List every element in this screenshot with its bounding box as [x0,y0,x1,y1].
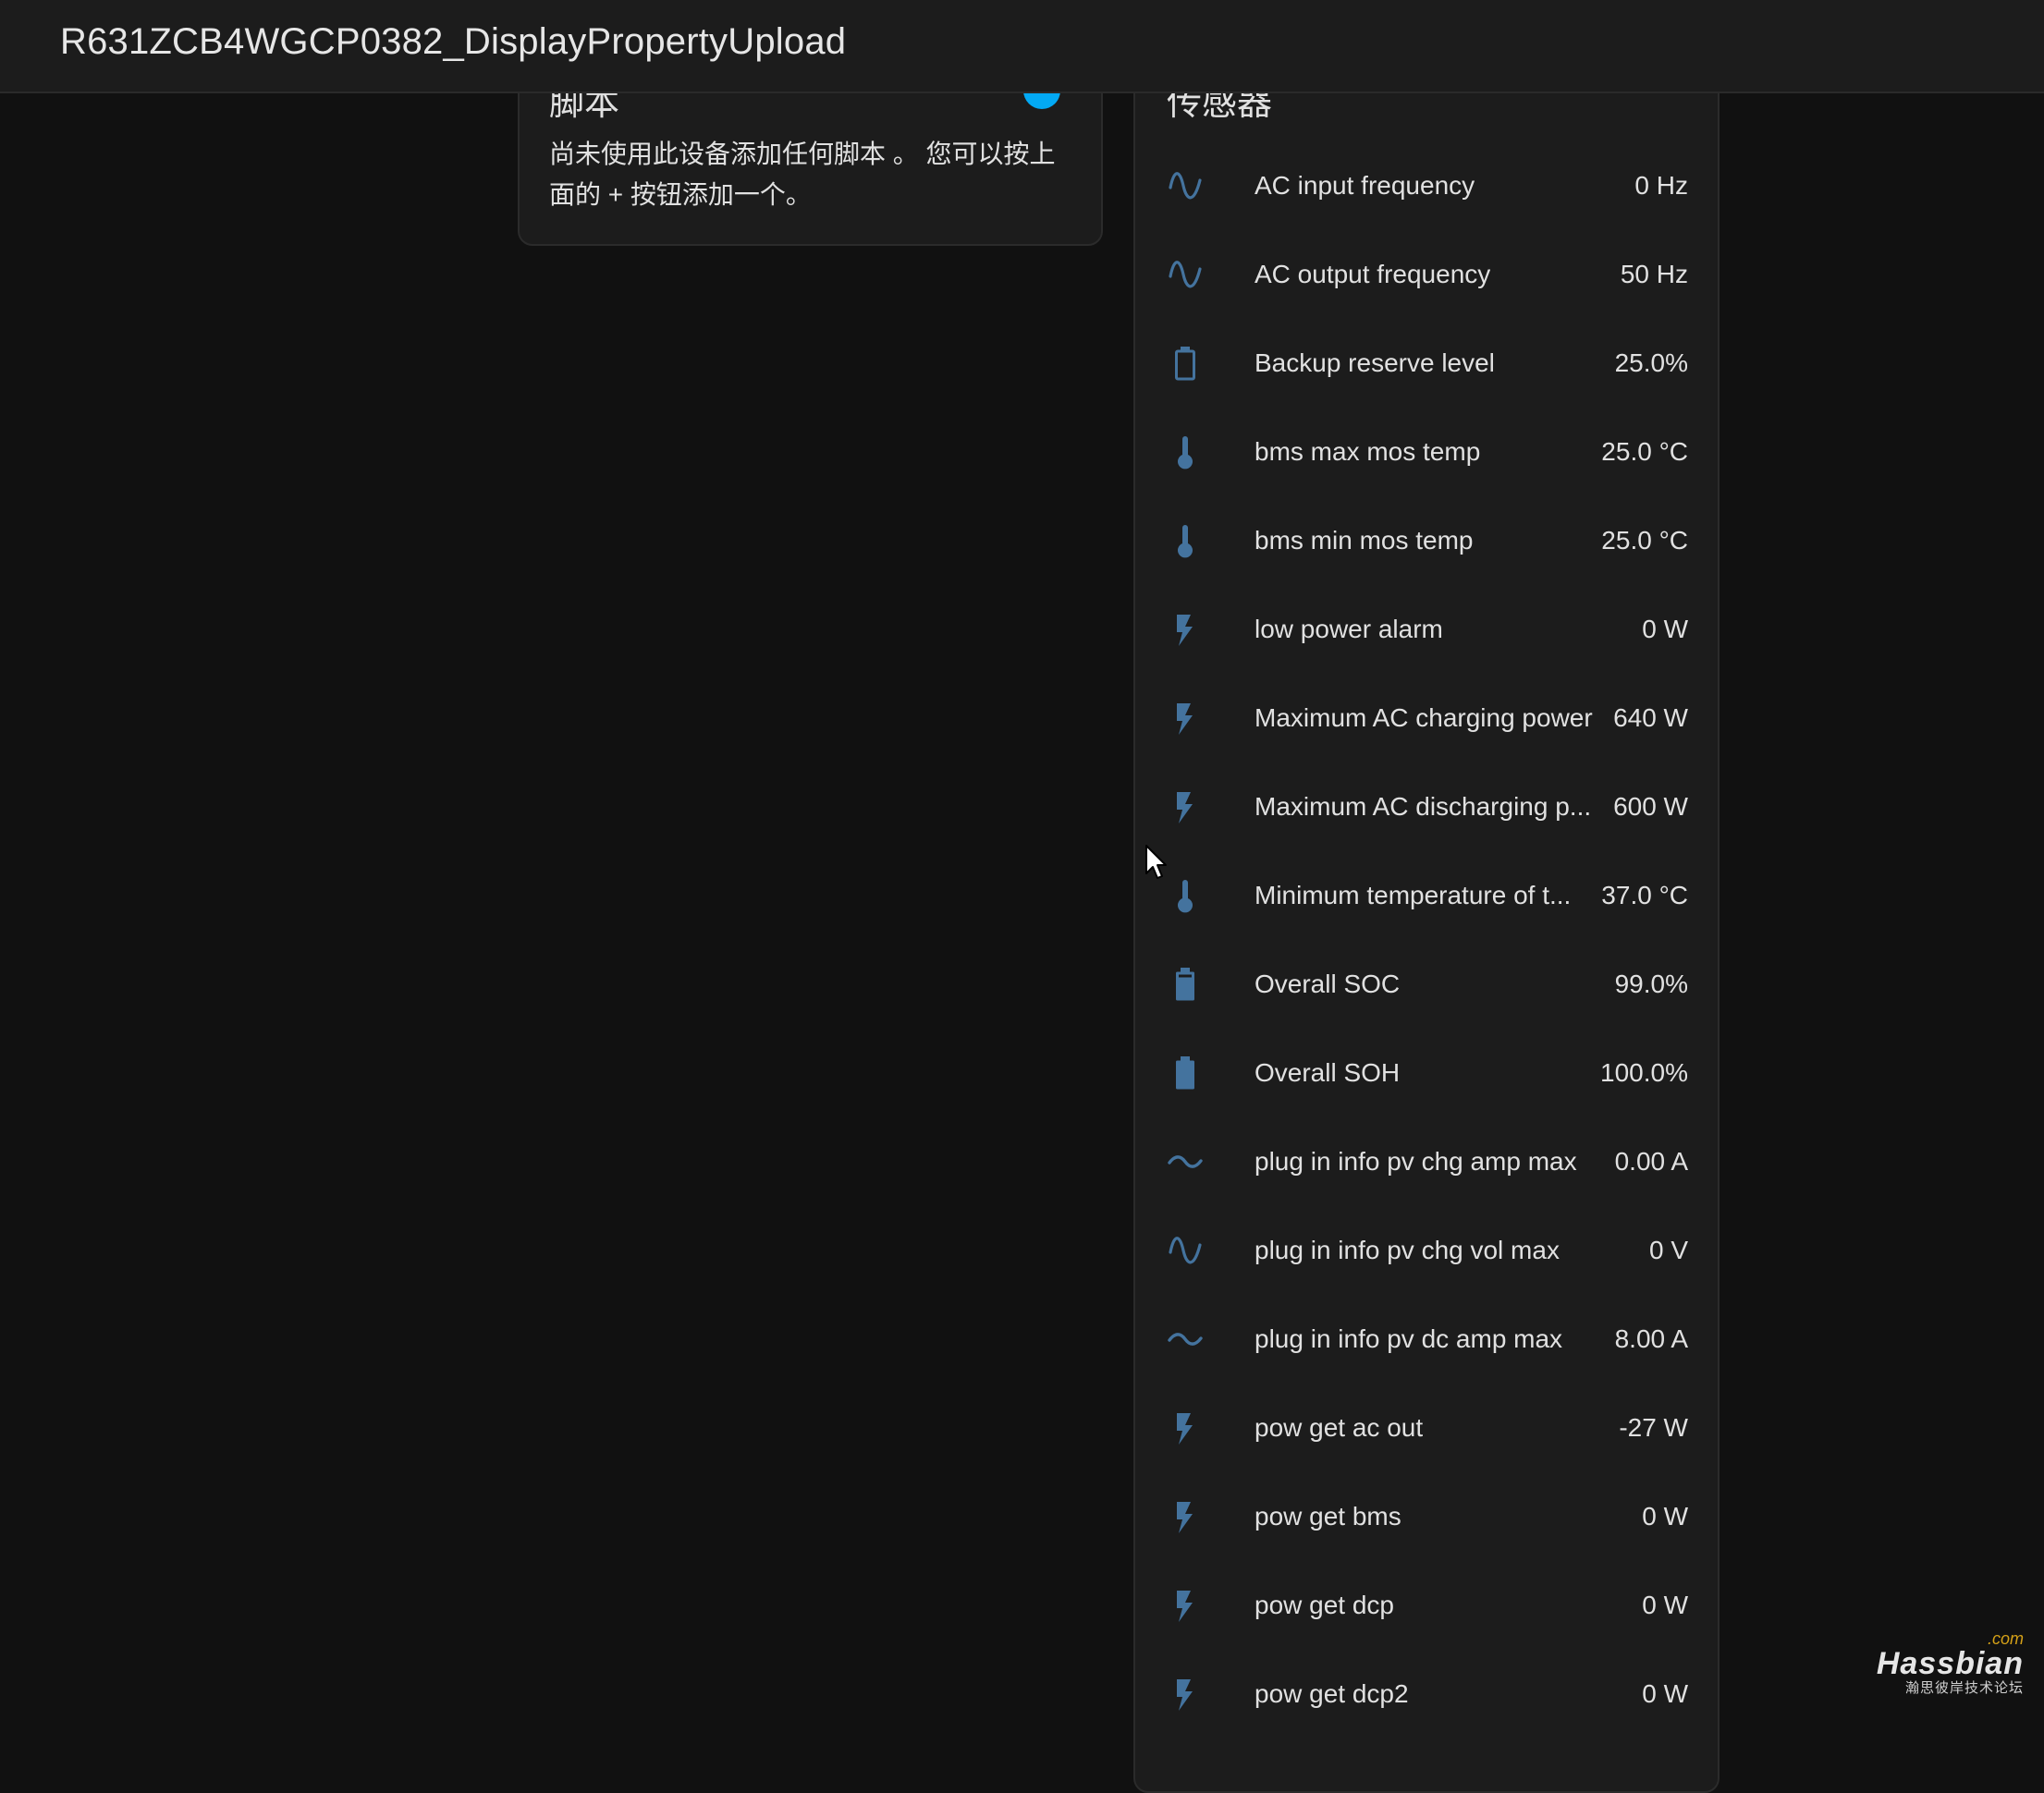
sensor-value: 0 V [1648,1236,1688,1264]
mouse-cursor-icon [1145,845,1167,879]
flash-icon [1167,700,1204,737]
battery-outline-icon [1167,345,1204,382]
sensor-value: 37.0 °C [1601,881,1688,909]
sensor-row[interactable]: AC output frequency 50 Hz [1135,230,1718,319]
sine-wave-icon [1167,1232,1204,1269]
sensor-value: 0 W [1642,1679,1688,1708]
sensor-value: 8.00 A [1614,1324,1688,1353]
sensor-name: pow get dcp2 [1255,1679,1409,1708]
sensor-name: bms min mos temp [1255,526,1474,555]
flash-icon [1167,788,1204,825]
watermark-logo: .com Hassbian 瀚思彼岸技术论坛 [1877,1630,2024,1697]
sensors-card: 传感器 AC input frequency 0 Hz AC output freq… [1133,37,1720,1793]
sensor-row[interactable]: pow get ac out -27 W [1135,1384,1718,1472]
flash-icon [1167,611,1204,648]
sensor-name: bms max mos temp [1255,437,1481,466]
watermark-subtitle: 瀚思彼岸技术论坛 [1904,1680,2024,1696]
current-ac-icon [1167,1143,1204,1180]
sensor-name: pow get dcp [1255,1591,1394,1619]
sensor-row[interactable]: Maximum AC discharging p... 600 W [1135,762,1718,851]
sensor-list: AC input frequency 0 Hz AC output frequenc… [1135,141,1718,1738]
sensor-value: 0 W [1642,1591,1688,1619]
sensor-row[interactable]: pow get bms 0 W [1135,1472,1718,1561]
sensor-name: AC output frequency [1255,260,1491,288]
thermometer-icon [1167,522,1204,559]
sensor-row[interactable]: bms min mos temp 25.0 °C [1135,496,1718,585]
sensor-value: 0 W [1642,1502,1688,1531]
sensor-name: low power alarm [1255,615,1443,643]
battery-high-icon [1167,966,1204,1003]
sensor-row[interactable]: Overall SOH 100.0% [1135,1029,1718,1117]
sensor-name: pow get ac out [1255,1413,1424,1442]
sensor-row[interactable]: Overall SOC 99.0% [1135,940,1718,1029]
sine-wave-icon [1167,256,1204,293]
sensor-row[interactable]: plug in info pv chg vol max 0 V [1135,1206,1718,1295]
sensor-name: Overall SOC [1255,970,1401,998]
sensor-name: pow get bms [1255,1502,1401,1531]
sensor-name: AC input frequency [1255,171,1475,200]
sensor-row[interactable]: plug in info pv dc amp max 8.00 A [1135,1295,1718,1384]
thermometer-icon [1167,433,1204,470]
sensor-value: 100.0% [1600,1058,1688,1087]
sensor-row[interactable]: plug in info pv chg amp max 0.00 A [1135,1117,1718,1206]
sensor-value: 50 Hz [1620,260,1688,288]
flash-icon [1167,1587,1204,1624]
watermark-com: .com [1987,1629,2024,1648]
sensor-value: 0 Hz [1634,171,1688,200]
sensor-row[interactable]: pow get dcp 0 W [1135,1561,1718,1650]
flash-icon [1167,1498,1204,1535]
thermometer-icon [1167,877,1204,914]
sensor-value: 0 W [1642,615,1688,643]
current-ac-icon [1167,1321,1204,1358]
watermark-brand: Hassbian [1876,1646,2024,1681]
top-app-bar: R631ZCB4WGCP0382_DisplayPropertyUpload [0,0,2044,93]
sensor-value: 99.0% [1614,970,1688,998]
flash-icon [1167,1676,1204,1713]
sensor-row[interactable]: Minimum temperature of t... 37.0 °C [1135,851,1718,940]
sensor-name: Minimum temperature of t... [1255,881,1572,909]
scripts-empty-message: 尚未使用此设备添加任何脚本 。 您可以按上面的 + 按钮添加一个。 [549,140,1056,209]
sensor-name: plug in info pv dc amp max [1255,1324,1563,1353]
sensor-value: 600 W [1613,792,1688,821]
sensor-name: Maximum AC discharging p... [1255,792,1592,821]
sensor-row[interactable]: bms max mos temp 25.0 °C [1135,408,1718,496]
sensor-value: -27 W [1619,1413,1688,1442]
sensor-value: 640 W [1613,703,1688,732]
sensor-row[interactable]: Maximum AC charging power 640 W [1135,674,1718,762]
sensor-value: 25.0 °C [1601,526,1688,555]
sensor-name: Maximum AC charging power [1255,703,1593,732]
sensor-value: 25.0% [1614,348,1688,377]
sensor-row[interactable]: pow get dcp2 0 W [1135,1650,1718,1738]
sensor-value: 25.0 °C [1601,437,1688,466]
sensor-row[interactable]: AC input frequency 0 Hz [1135,141,1718,230]
sensor-row[interactable]: low power alarm 0 W [1135,585,1718,674]
sensor-name: Overall SOH [1255,1058,1401,1087]
battery-full-icon [1167,1055,1204,1092]
sensor-name: plug in info pv chg vol max [1255,1236,1560,1264]
sensor-row[interactable]: Backup reserve level 25.0% [1135,319,1718,408]
sensor-value: 0.00 A [1614,1147,1688,1176]
page-title: R631ZCB4WGCP0382_DisplayPropertyUpload [60,21,847,62]
flash-icon [1167,1409,1204,1446]
sensor-name: Backup reserve level [1255,348,1495,377]
sensor-name: plug in info pv chg amp max [1255,1147,1577,1176]
sine-wave-icon [1167,167,1204,204]
